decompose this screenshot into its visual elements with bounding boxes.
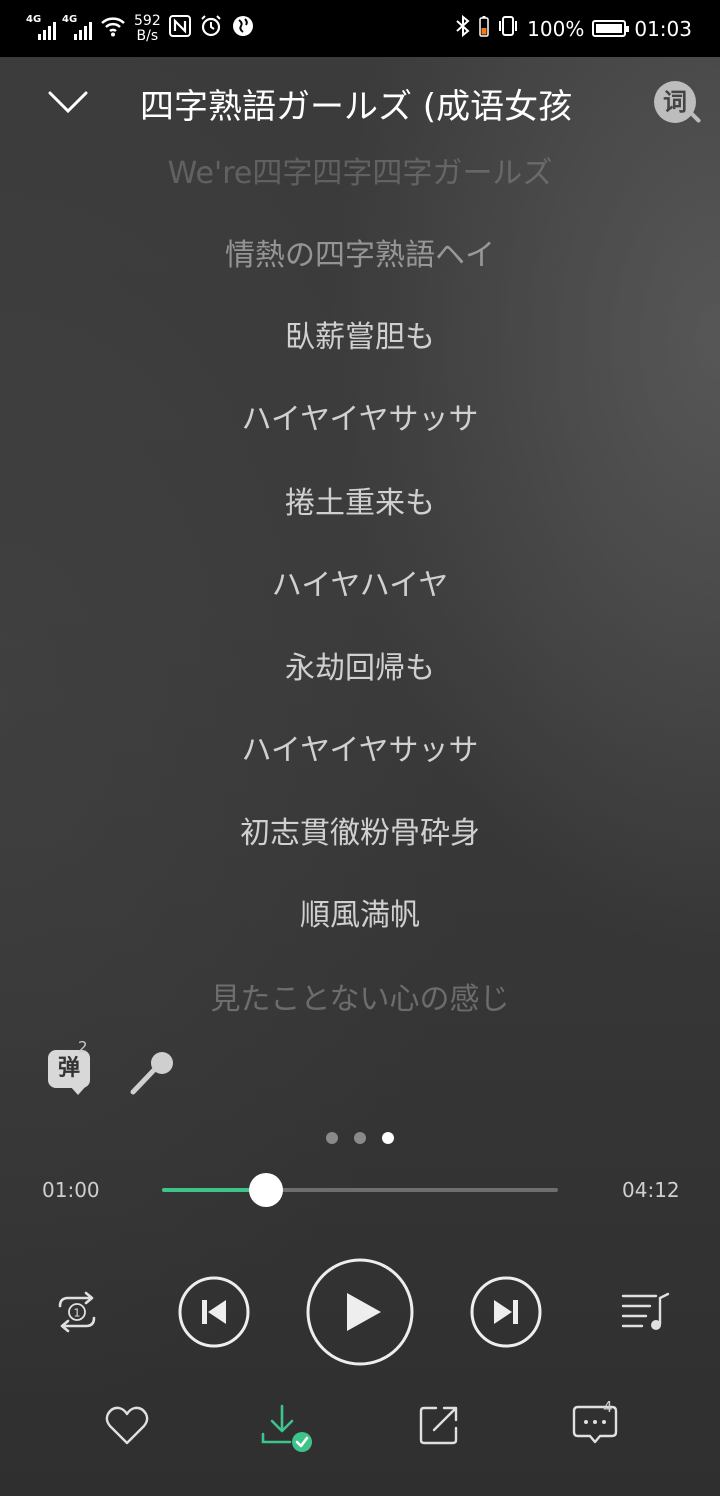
svg-text:1: 1 xyxy=(74,1307,81,1320)
current-time: 01:00 xyxy=(42,1178,100,1202)
chevron-down-icon[interactable] xyxy=(48,87,88,117)
battery-small-icon xyxy=(479,15,489,42)
globe-icon xyxy=(231,14,255,43)
lyric-line: 見たことない心の感じ xyxy=(210,982,510,1017)
lyric-search-button[interactable]: 词 xyxy=(652,79,702,127)
nfc-icon xyxy=(168,15,191,42)
bluetooth-icon xyxy=(455,14,471,43)
share-icon[interactable] xyxy=(418,1404,460,1446)
lyric-line: 捲土重来も xyxy=(285,486,435,521)
next-button[interactable] xyxy=(470,1276,542,1348)
heart-icon[interactable] xyxy=(104,1404,150,1446)
comment-count-badge: 4 xyxy=(603,1398,613,1416)
clock: 01:03 xyxy=(634,16,692,41)
play-button[interactable] xyxy=(305,1257,415,1367)
lyric-line: ハイヤハイヤ xyxy=(271,568,449,603)
battery-icon xyxy=(592,20,630,37)
danmu-count-badge: 2 xyxy=(78,1038,88,1056)
network-type: 4G xyxy=(26,13,42,25)
lyric-line: 永劫回帰も xyxy=(285,651,435,686)
lyric-line: 臥薪嘗胆も xyxy=(285,320,435,355)
song-title: 四字熟語ガールズ (成语女孩 xyxy=(140,87,573,127)
signal-icon-2: 4G xyxy=(62,14,92,40)
signal-icon: 4G xyxy=(26,14,56,40)
page-dot-active[interactable] xyxy=(382,1132,394,1144)
search-handle-icon xyxy=(688,110,702,124)
lyric-line: ハイヤイヤサッサ xyxy=(241,402,479,437)
previous-button[interactable] xyxy=(178,1276,250,1348)
page-dot[interactable] xyxy=(354,1132,366,1144)
page-dot[interactable] xyxy=(326,1132,338,1144)
lyric-line: ハイヤイヤサッサ xyxy=(241,733,479,768)
status-bar: 4G 4G 592 B/s 100% 01:03 xyxy=(0,0,720,57)
lyrics-panel[interactable]: We're四字四字四字ガールズ 情熱の四字熟語ヘイ 臥薪嘗胆も ハイヤイヤサッサ… xyxy=(0,140,720,1020)
lyric-search-label: 词 xyxy=(654,81,696,123)
total-time: 04:12 xyxy=(622,1178,680,1202)
wifi-icon xyxy=(100,15,126,43)
seek-bar[interactable] xyxy=(162,1173,558,1207)
battery-percent: 100% xyxy=(527,16,585,41)
seek-bar-thumb[interactable] xyxy=(248,1173,283,1207)
page-indicator xyxy=(0,1132,720,1144)
lyric-line: 初志貫徹粉骨砕身 xyxy=(240,816,480,851)
player-header: 四字熟語ガールズ (成语女孩 词 xyxy=(0,57,720,147)
net-speed: 592 B/s xyxy=(134,12,161,44)
danmu-bubble-tail xyxy=(70,1086,86,1095)
lyric-line: We're四字四字四字ガールズ xyxy=(167,156,553,191)
downloaded-icon[interactable] xyxy=(260,1404,314,1454)
playlist-icon[interactable] xyxy=(620,1290,672,1334)
microphone-icon[interactable] xyxy=(128,1050,178,1096)
repeat-one-icon[interactable]: 1 xyxy=(50,1290,104,1334)
alarm-icon xyxy=(199,14,223,43)
lyric-line: 順風満帆 xyxy=(300,898,420,933)
status-left: 4G 4G 592 B/s xyxy=(26,12,255,44)
lyric-line: 情熱の四字熟語ヘイ xyxy=(225,238,495,273)
network-type-2: 4G xyxy=(62,13,78,25)
vibrate-icon xyxy=(497,15,519,42)
status-right: 100% 01:03 xyxy=(455,14,692,43)
